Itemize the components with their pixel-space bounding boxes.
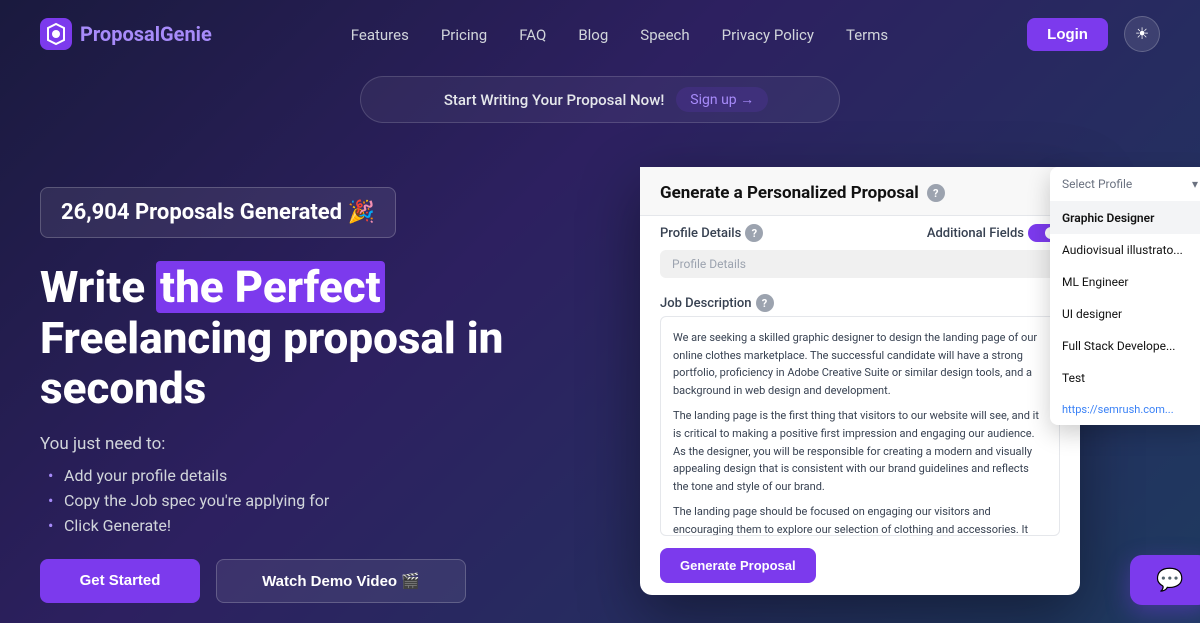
bullet-list: Add your profile details Copy the Job sp… — [40, 466, 600, 535]
tab-profile-help-icon: ? — [745, 224, 763, 242]
nav-blog[interactable]: Blog — [578, 26, 608, 44]
bullet-1: Add your profile details — [48, 466, 600, 485]
dropdown-item-ui-designer[interactable]: UI designer — [1050, 298, 1200, 330]
banner-text: Start Writing Your Proposal Now! — [444, 91, 664, 109]
generate-proposal-button[interactable]: Generate Proposal — [660, 548, 816, 583]
dropdown-item-test[interactable]: Test — [1050, 362, 1200, 394]
logo[interactable]: ProposalGenie — [40, 18, 212, 50]
navbar: ProposalGenie Features Pricing FAQ Blog … — [0, 0, 1200, 68]
cta-buttons: Get Started Watch Demo Video 🎬 — [40, 559, 600, 603]
banner: Start Writing Your Proposal Now! Sign up… — [360, 76, 840, 123]
get-started-button[interactable]: Get Started — [40, 559, 200, 603]
nav-speech[interactable]: Speech — [640, 26, 689, 44]
hero-title: Write the Perfect Freelancing proposal i… — [40, 262, 600, 414]
watch-demo-button[interactable]: Watch Demo Video 🎬 — [216, 559, 466, 603]
profile-details-area[interactable]: Profile Details — [660, 250, 1060, 278]
job-desc-text: We are seeking a skilled graphic designe… — [673, 329, 1047, 536]
nav-privacy[interactable]: Privacy Policy — [722, 26, 814, 44]
bullet-2: Copy the Job spec you're applying for — [48, 491, 600, 510]
job-desc-label: Job Description ? — [640, 286, 1080, 316]
job-desc-area[interactable]: We are seeking a skilled graphic designe… — [660, 316, 1060, 536]
logo-text: ProposalGenie — [80, 22, 212, 46]
tab-additional-fields[interactable]: Additional Fields — [927, 224, 1060, 242]
nav-faq[interactable]: FAQ — [519, 26, 546, 44]
main-content: 26,904 Proposals Generated 🎉 Write the P… — [0, 147, 1200, 603]
profile-dropdown: Select Profile ▾ Graphic Designer Audiov… — [1050, 167, 1200, 425]
signup-link[interactable]: Sign up → — [676, 87, 768, 112]
login-button[interactable]: Login — [1027, 18, 1108, 51]
nav-links: Features Pricing FAQ Blog Speech Privacy… — [351, 25, 888, 44]
ui-mockup: Generate a Personalized Proposal ? Profi… — [640, 167, 1080, 595]
dropdown-header: Select Profile ▾ — [1050, 167, 1200, 202]
right-side: Generate a Personalized Proposal ? Profi… — [640, 167, 1160, 603]
ai-chat-icon: 💬 — [1156, 568, 1183, 593]
hero-subtitle: You just need to: — [40, 434, 600, 454]
help-icon: ? — [927, 184, 945, 202]
dropdown-chevron-icon: ▾ — [1192, 177, 1198, 191]
hero-title-part2: Freelancing proposal in seconds — [40, 312, 503, 415]
bullet-3: Click Generate! — [48, 516, 600, 535]
profile-details-placeholder: Profile Details — [672, 257, 746, 271]
tab-profile-details[interactable]: Profile Details ? — [660, 224, 763, 242]
nav-pricing[interactable]: Pricing — [441, 26, 487, 44]
proposals-badge: 26,904 Proposals Generated 🎉 — [40, 187, 396, 238]
theme-toggle-button[interactable]: ☀ — [1124, 16, 1160, 52]
dropdown-item-ml-engineer[interactable]: ML Engineer — [1050, 266, 1200, 298]
mockup-tabs: Profile Details ? Additional Fields — [640, 216, 1080, 242]
hero-highlight: the Perfect — [156, 261, 385, 313]
mockup-header: Generate a Personalized Proposal ? — [640, 167, 1080, 216]
logo-icon — [40, 18, 72, 50]
nav-terms[interactable]: Terms — [846, 26, 888, 44]
ai-chat-bubble[interactable]: 💬 — [1130, 555, 1200, 605]
dropdown-item-graphic-designer[interactable]: Graphic Designer — [1050, 202, 1200, 234]
dropdown-item-fullstack[interactable]: Full Stack Develope... — [1050, 330, 1200, 362]
dropdown-item-url[interactable]: https://semrush.com... — [1050, 394, 1200, 425]
nav-features[interactable]: Features — [351, 26, 409, 44]
dropdown-item-audiovisual[interactable]: Audiovisual illustrato... — [1050, 234, 1200, 266]
left-side: 26,904 Proposals Generated 🎉 Write the P… — [40, 167, 600, 603]
mockup-title: Generate a Personalized Proposal ? — [660, 183, 1060, 203]
nav-right: Login ☀ — [1027, 16, 1160, 52]
job-desc-help-icon: ? — [756, 294, 774, 312]
